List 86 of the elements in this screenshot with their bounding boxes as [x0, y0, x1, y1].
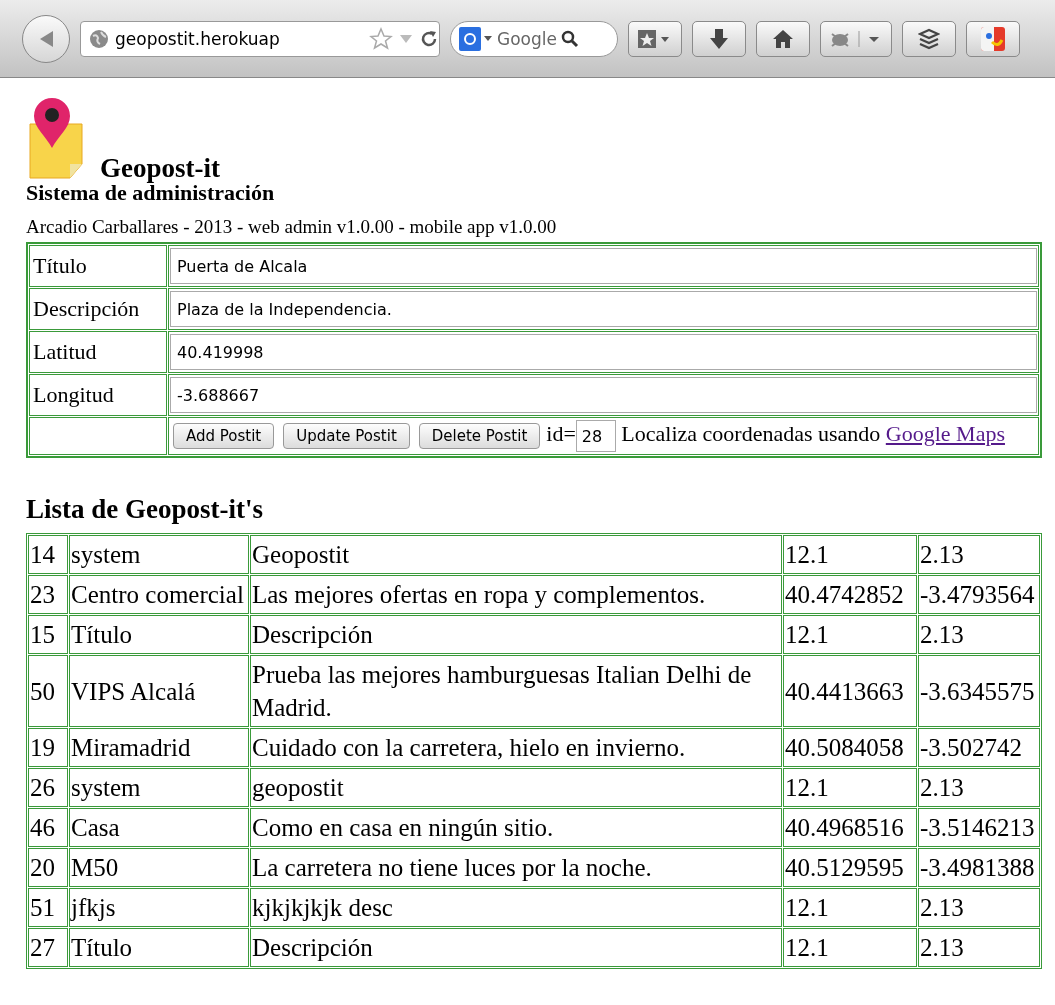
table-cell: 12.1: [783, 535, 917, 574]
table-cell: 12.1: [783, 888, 917, 927]
table-cell: Las mejores ofertas en ropa y complementos.: [250, 575, 782, 614]
google-maps-link[interactable]: Google Maps: [885, 421, 1005, 447]
bookmarks-button[interactable]: [628, 20, 682, 57]
input-field[interactable]: Plaza de la Independencia.: [170, 291, 1037, 327]
home-button[interactable]: [756, 20, 810, 57]
table-cell: 12.1: [783, 928, 917, 967]
home-icon: [772, 28, 794, 49]
search-field[interactable]: Google: [450, 20, 618, 57]
table-cell: system: [69, 768, 249, 807]
table-cell: 2.13: [918, 928, 1040, 967]
table-cell: Prueba las mejores hamburguesas Italian Delhi de Madrid.: [250, 655, 782, 727]
app-title: Geopost-it: [100, 153, 220, 184]
table-cell: system: [69, 535, 249, 574]
table-cell: 20: [28, 848, 68, 887]
table-cell: 40.4742852: [783, 575, 917, 614]
table-cell: Centro comercial: [69, 575, 249, 614]
table-cell: Título: [69, 928, 249, 967]
table-cell: -3.5146213: [918, 808, 1040, 847]
table-cell: 46: [28, 808, 68, 847]
table-cell: 2.13: [918, 535, 1040, 574]
table-cell: 14: [28, 535, 68, 574]
star-icon[interactable]: [369, 26, 393, 51]
table-cell: -3.4793564: [918, 575, 1040, 614]
layers-button[interactable]: [902, 20, 956, 57]
table-cell: 40.5129595: [783, 848, 917, 887]
id-field[interactable]: 28: [575, 420, 616, 452]
table-cell: -3.4981388: [918, 848, 1040, 887]
input-field[interactable]: Puerta de Alcala: [170, 248, 1037, 284]
table-cell: VIPS Alcalá: [69, 655, 249, 727]
bug-button[interactable]: [820, 20, 892, 57]
table-cell: kjkjkjkjk desc: [250, 888, 782, 927]
table-cell: 50: [28, 655, 68, 727]
table-cell: -3.6345575: [918, 655, 1040, 727]
input-field[interactable]: 40.419998: [170, 334, 1037, 370]
address-bar[interactable]: geopostit.herokuap: [80, 20, 440, 57]
table-cell: 40.5084058: [783, 728, 917, 767]
download-arrow-icon: [709, 27, 729, 50]
table-cell: Descripción: [250, 615, 782, 654]
reload-icon[interactable]: [419, 28, 439, 49]
table-cell: Miramadrid: [69, 728, 249, 767]
field-label: Descripción: [33, 296, 140, 321]
action-button[interactable]: Update Postit: [283, 423, 410, 450]
credits-text: Arcadio Carballares - 2013 - web admin v1.0.00 - mobile app v1.0.00: [26, 216, 558, 238]
input-field[interactable]: -3.688667: [170, 377, 1037, 413]
field-label: Título: [33, 253, 87, 278]
list-title: Lista de Geopost-it's: [26, 494, 264, 525]
table-cell: Título: [69, 615, 249, 654]
table-cell: 2.13: [918, 888, 1040, 927]
table-cell: 2.13: [918, 768, 1040, 807]
table-cell: 26: [28, 768, 68, 807]
table-cell: Casa: [69, 808, 249, 847]
table-cell: jfkjs: [69, 888, 249, 927]
table-cell: Descripción: [250, 928, 782, 967]
locate-text: Localiza coordenadas usando: [621, 421, 881, 447]
table-cell: geopostit: [250, 768, 782, 807]
layers-icon: [918, 27, 940, 50]
extension-icon: [980, 25, 1006, 52]
table-cell: 40.4413663: [783, 655, 917, 727]
extension-button[interactable]: [966, 20, 1020, 57]
table-cell: Como en casa en ningún sitio.: [250, 808, 782, 847]
table-cell: 51: [28, 888, 68, 927]
table-cell: 15: [28, 615, 68, 654]
table-cell: 19: [28, 728, 68, 767]
table-cell: Geopostit: [250, 535, 782, 574]
search-engine-icon[interactable]: [459, 26, 493, 51]
table-cell: La carretera no tiene luces por la noche.: [250, 848, 782, 887]
table-cell: 12.1: [783, 615, 917, 654]
search-icon: [560, 29, 579, 48]
id-label: id=: [546, 421, 576, 447]
action-button[interactable]: Add Postit: [173, 423, 275, 450]
table-cell: 27: [28, 928, 68, 967]
table-cell: 40.4968516: [783, 808, 917, 847]
table-cell: 12.1: [783, 768, 917, 807]
table-cell: M50: [69, 848, 249, 887]
globe-icon: [89, 28, 109, 49]
table-cell: Cuidado con la carretera, hielo en invierno.: [250, 728, 782, 767]
table-cell: -3.502742: [918, 728, 1040, 767]
field-label: Latitud: [33, 339, 97, 364]
table-cell: 23: [28, 575, 68, 614]
action-button[interactable]: Delete Postit: [418, 423, 541, 450]
download-button[interactable]: [692, 20, 746, 57]
table-cell: 2.13: [918, 615, 1040, 654]
back-button[interactable]: [22, 14, 70, 63]
field-label: Longitud: [33, 382, 114, 407]
